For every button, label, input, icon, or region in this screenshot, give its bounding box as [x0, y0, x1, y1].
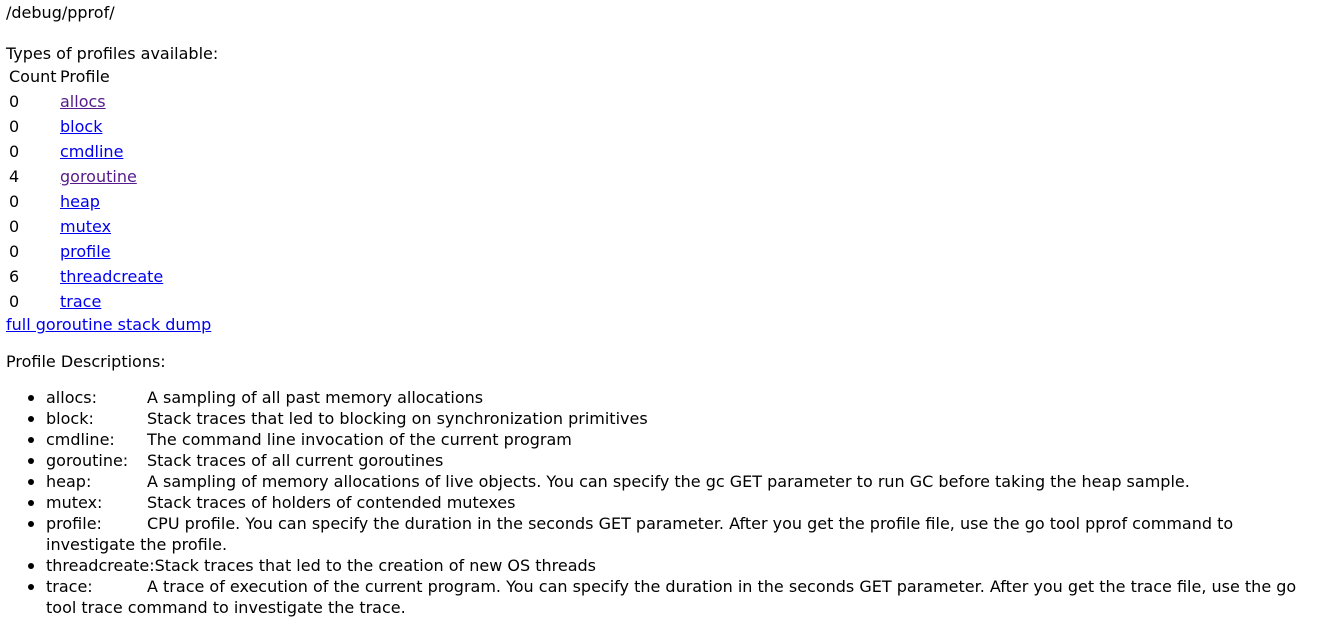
profile-name-cell: threadcreate	[57, 264, 163, 289]
list-item: mutex:Stack traces of holders of contend…	[46, 492, 1322, 513]
list-item: goroutine:Stack traces of all current go…	[46, 450, 1322, 471]
full-goroutine-stack-dump-link[interactable]: full goroutine stack dump	[6, 314, 1332, 336]
description-profile-name: goroutine:	[46, 450, 147, 471]
list-item: allocs:A sampling of all past memory all…	[46, 387, 1322, 408]
profile-name-cell: cmdline	[57, 139, 163, 164]
description-text: Stack traces of all current goroutines	[147, 451, 443, 470]
description-profile-name: heap:	[46, 471, 147, 492]
profile-count: 0	[6, 289, 57, 314]
profile-count: 0	[6, 89, 57, 114]
profile-link-heap[interactable]: heap	[60, 192, 100, 211]
description-profile-name: profile:	[46, 513, 147, 534]
list-item: block:Stack traces that led to blocking …	[46, 408, 1322, 429]
description-profile-name: allocs:	[46, 387, 147, 408]
profile-link-allocs[interactable]: allocs	[60, 92, 106, 111]
profile-link-goroutine[interactable]: goroutine	[60, 167, 137, 186]
table-row: 0profile	[6, 239, 163, 264]
description-text: The command line invocation of the curre…	[147, 430, 572, 449]
description-text: Stack traces of holders of contended mut…	[147, 493, 515, 512]
profile-link-block[interactable]: block	[60, 117, 102, 136]
profiles-table: Count Profile 0allocs0block0cmdline4goro…	[6, 64, 163, 314]
profile-column-header: Profile	[57, 64, 163, 89]
profiles-table-body: 0allocs0block0cmdline4goroutine0heap0mut…	[6, 89, 163, 314]
table-row: 0allocs	[6, 89, 163, 114]
table-header-row: Count Profile	[6, 64, 163, 89]
description-text: Stack traces that led to the creation of…	[155, 556, 596, 575]
profile-descriptions-heading: Profile Descriptions:	[6, 351, 1332, 372]
list-item: cmdline:The command line invocation of t…	[46, 429, 1322, 450]
description-profile-name: cmdline:	[46, 429, 147, 450]
list-item: heap:A sampling of memory allocations of…	[46, 471, 1322, 492]
profile-count: 0	[6, 114, 57, 139]
list-item: threadcreate:Stack traces that led to th…	[46, 555, 1322, 576]
profile-types-heading: Types of profiles available:	[6, 43, 1332, 64]
profile-name-cell: trace	[57, 289, 163, 314]
profile-count: 0	[6, 214, 57, 239]
description-profile-name: trace:	[46, 576, 147, 597]
profile-link-trace[interactable]: trace	[60, 292, 101, 311]
profile-name-cell: goroutine	[57, 164, 163, 189]
profile-name-cell: heap	[57, 189, 163, 214]
description-profile-name: mutex:	[46, 492, 147, 513]
profile-descriptions-list: allocs:A sampling of all past memory all…	[6, 387, 1332, 618]
table-row: 0heap	[6, 189, 163, 214]
pprof-index-page: /debug/pprof/ Types of profiles availabl…	[6, 0, 1332, 618]
profile-name-cell: profile	[57, 239, 163, 264]
profile-link-threadcreate[interactable]: threadcreate	[60, 267, 163, 286]
description-profile-name: threadcreate:	[46, 555, 155, 576]
description-text: A sampling of memory allocations of live…	[147, 472, 1190, 491]
profile-name-cell: mutex	[57, 214, 163, 239]
table-row: 4goroutine	[6, 164, 163, 189]
description-text: A sampling of all past memory allocation…	[147, 388, 483, 407]
table-row: 0cmdline	[6, 139, 163, 164]
page-path-title: /debug/pprof/	[6, 2, 1332, 23]
profile-count: 6	[6, 264, 57, 289]
profile-name-cell: allocs	[57, 89, 163, 114]
count-column-header: Count	[6, 64, 57, 89]
profile-count: 0	[6, 139, 57, 164]
table-row: 0block	[6, 114, 163, 139]
profile-link-cmdline[interactable]: cmdline	[60, 142, 123, 161]
list-item: trace:A trace of execution of the curren…	[46, 576, 1322, 618]
profile-count: 4	[6, 164, 57, 189]
description-profile-name: block:	[46, 408, 147, 429]
description-text: Stack traces that led to blocking on syn…	[147, 409, 648, 428]
description-text: A trace of execution of the current prog…	[46, 577, 1296, 617]
table-row: 0mutex	[6, 214, 163, 239]
profile-count: 0	[6, 239, 57, 264]
profile-link-profile[interactable]: profile	[60, 242, 111, 261]
profile-count: 0	[6, 189, 57, 214]
profile-name-cell: block	[57, 114, 163, 139]
profile-link-mutex[interactable]: mutex	[60, 217, 111, 236]
list-item: profile:CPU profile. You can specify the…	[46, 513, 1322, 555]
table-row: 6threadcreate	[6, 264, 163, 289]
description-text: CPU profile. You can specify the duratio…	[46, 514, 1233, 554]
table-row: 0trace	[6, 289, 163, 314]
